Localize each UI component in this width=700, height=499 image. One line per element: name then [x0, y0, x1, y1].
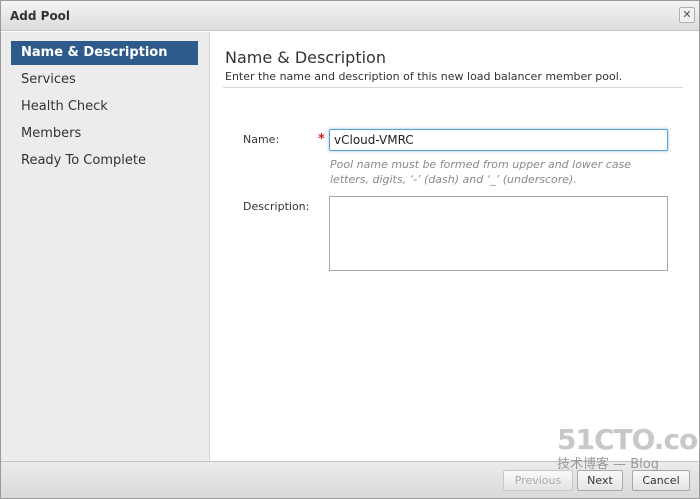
previous-button[interactable]: Previous [503, 470, 573, 491]
page-title: Name & Description [225, 48, 386, 67]
wizard-steps-sidebar: Name & Description Services Health Check… [1, 32, 210, 461]
dialog-footer: Previous Next Cancel [1, 461, 699, 498]
dialog-titlebar: Add Pool ✕ [1, 1, 699, 31]
name-hint: Pool name must be formed from upper and … [330, 158, 632, 186]
close-icon[interactable]: ✕ [679, 7, 695, 23]
divider [223, 87, 683, 88]
sidebar-item-health-check[interactable]: Health Check [11, 95, 198, 119]
name-input[interactable] [329, 129, 668, 151]
dialog-title: Add Pool [10, 9, 71, 23]
page-subtitle: Enter the name and description of this n… [225, 70, 623, 83]
main-panel: Name & Description Enter the name and de… [211, 32, 699, 461]
description-label: Description: [243, 200, 310, 213]
sidebar-item-members[interactable]: Members [11, 122, 198, 146]
sidebar-item-services[interactable]: Services [11, 68, 198, 92]
sidebar-item-name-description[interactable]: Name & Description [11, 41, 198, 65]
next-button[interactable]: Next [577, 470, 623, 491]
name-label: Name: [243, 133, 280, 146]
cancel-button[interactable]: Cancel [632, 470, 690, 491]
sidebar-item-ready-to-complete[interactable]: Ready To Complete [11, 149, 198, 173]
description-field[interactable] [329, 196, 668, 271]
add-pool-dialog: Add Pool ✕ Name & Description Services H… [0, 0, 700, 499]
required-indicator: * [318, 132, 325, 147]
